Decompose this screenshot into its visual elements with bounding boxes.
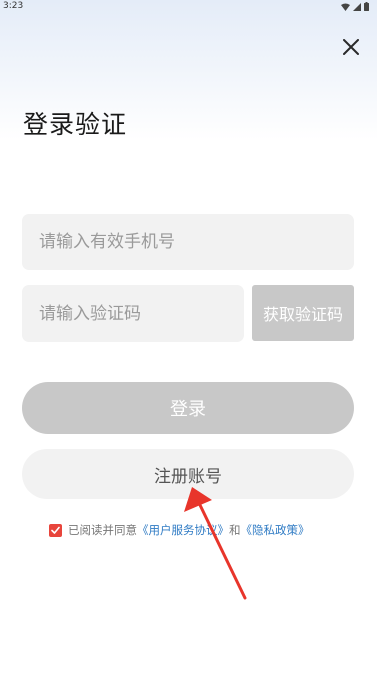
verification-code-input[interactable] bbox=[22, 285, 244, 342]
signal-icon bbox=[353, 2, 361, 14]
close-icon bbox=[343, 39, 359, 59]
register-button[interactable]: 注册账号 bbox=[22, 449, 354, 499]
status-time: 3:23 bbox=[3, 1, 24, 11]
wifi-icon bbox=[341, 3, 350, 14]
close-button[interactable] bbox=[338, 36, 364, 62]
user-agreement-link[interactable]: 《用户服务协议》 bbox=[137, 522, 229, 538]
login-button[interactable]: 登录 bbox=[22, 382, 354, 434]
status-bar: 3:23 bbox=[0, 0, 377, 14]
agreement-row: 已阅读并同意 《用户服务协议》 和 《隐私政策》 bbox=[49, 521, 310, 539]
status-icons bbox=[341, 2, 369, 14]
page-title: 登录验证 bbox=[23, 110, 128, 139]
privacy-policy-link[interactable]: 《隐私政策》 bbox=[241, 522, 310, 538]
battery-icon bbox=[364, 2, 369, 14]
agreement-conjunction: 和 bbox=[229, 523, 241, 537]
agreement-prefix: 已阅读并同意 bbox=[68, 523, 137, 537]
get-code-button[interactable]: 获取验证码 bbox=[252, 285, 354, 341]
check-icon bbox=[51, 526, 60, 534]
agreement-checkbox[interactable] bbox=[49, 523, 62, 537]
phone-input[interactable] bbox=[22, 214, 354, 270]
